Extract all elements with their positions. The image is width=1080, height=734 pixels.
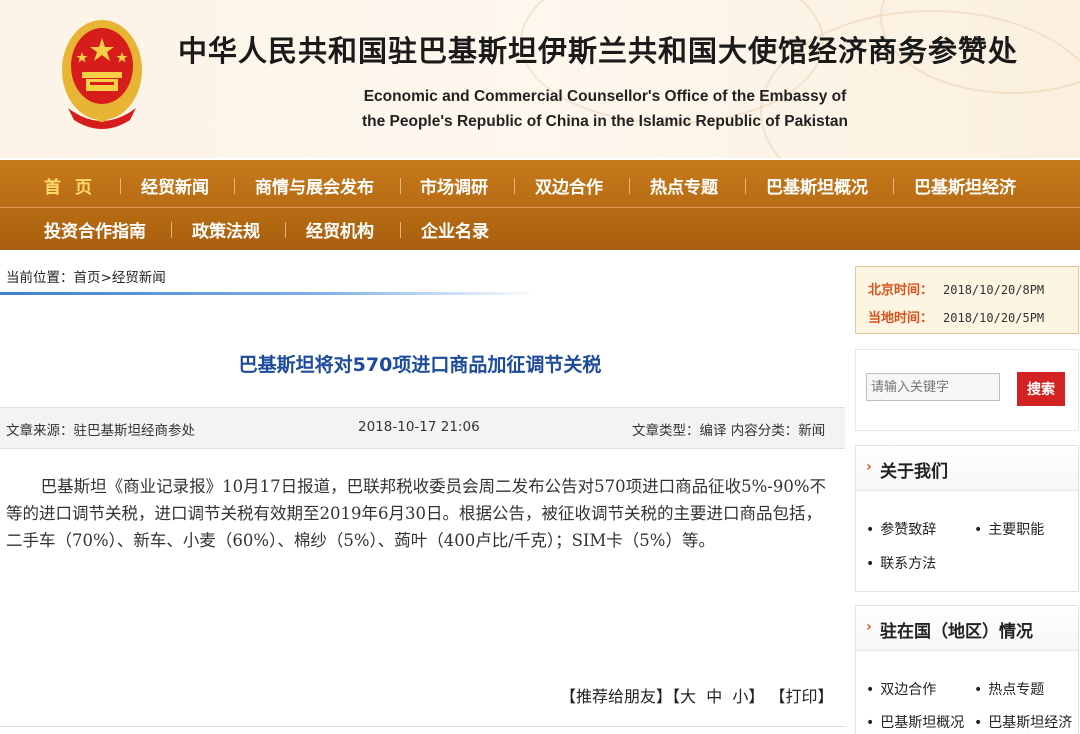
nav-divider: [514, 178, 515, 194]
breadcrumb: 当前位置：首页>经贸新闻: [6, 266, 166, 286]
site-title-english-line2: the People's Republic of China in the Is…: [361, 113, 848, 130]
nav-divider: [400, 178, 401, 194]
nav-divider: [629, 178, 630, 194]
nav-divider: [745, 178, 746, 194]
bullet-icon: •: [974, 715, 983, 731]
nav-divider: [285, 222, 286, 238]
country-info-header: › 驻在国（地区）情况: [856, 606, 1078, 651]
nav-item-pakistan-overview[interactable]: 巴基斯坦概况: [766, 173, 868, 198]
article-type: 文章类型：编译 内容分类：新闻: [632, 423, 826, 439]
nav-item-trade-institutions[interactable]: 经贸机构: [306, 217, 374, 242]
chevron-right-icon: ›: [866, 459, 872, 475]
article-body: 巴基斯坦《商业记录报》10月17日报道，巴联邦税收委员会周二发布公告对570项进…: [6, 477, 827, 550]
nav-item-business-fairs[interactable]: 商情与展会发布: [255, 173, 374, 198]
beijing-time: 北京时间： 2018/10/20/8PM: [868, 279, 1044, 298]
about-us-header: › 关于我们: [856, 446, 1078, 491]
main-navigation: 首页 经贸新闻 商情与展会发布 市场调研 双边合作 热点专题 巴基斯坦概况 巴基…: [0, 160, 1080, 250]
bullet-icon: •: [866, 522, 875, 538]
nav-item-enterprise-directory[interactable]: 企业名录: [421, 217, 489, 242]
country-link-label: 巴基斯坦概况: [880, 715, 965, 731]
site-title-english: Economic and Commercial Counsellor's Off…: [355, 84, 855, 134]
nav-item-market-research[interactable]: 市场调研: [420, 173, 488, 198]
country-link-label: 巴基斯坦经济: [988, 715, 1073, 731]
nav-item-investment-guide[interactable]: 投资合作指南: [44, 217, 146, 242]
nav-item-trade-news[interactable]: 经贸新闻: [141, 173, 209, 198]
about-link-contact[interactable]: • 联系方法: [866, 553, 936, 573]
breadcrumb-underline: [0, 292, 540, 295]
bullet-icon: •: [974, 682, 983, 698]
recommend-to-friend-link[interactable]: 【推荐给朋友】: [560, 687, 672, 706]
font-size-open-bracket: 【: [672, 687, 681, 706]
breadcrumb-prefix: 当前位置：: [6, 270, 74, 286]
nav-row-1: 首页 经贸新闻 商情与展会发布 市场调研 双边合作 热点专题 巴基斯坦概况 巴基…: [0, 164, 1080, 206]
country-info-title: 驻在国（地区）情况: [880, 622, 1033, 642]
print-link[interactable]: 【打印】: [770, 687, 834, 706]
font-size-medium-link[interactable]: 中: [706, 687, 722, 706]
country-link-label: 双边合作: [880, 682, 937, 698]
site-title-english-line1: Economic and Commercial Counsellor's Off…: [363, 88, 847, 105]
country-link-label: 热点专题: [988, 682, 1045, 698]
bullet-icon: •: [866, 682, 875, 698]
nav-item-pakistan-economy[interactable]: 巴基斯坦经济: [914, 173, 1016, 198]
search-input[interactable]: [866, 373, 1000, 401]
chevron-right-icon: ›: [866, 619, 872, 635]
nav-row-2: 投资合作指南 政策法规 经贸机构 企业名录: [0, 207, 1080, 250]
font-size-small-link[interactable]: 小: [732, 687, 748, 706]
article-title: 巴基斯坦将对570项进口商品加征调节关税: [238, 354, 602, 376]
country-link-pakistan-overview[interactable]: • 巴基斯坦概况: [866, 712, 964, 732]
article-date: 2018-10-17 21:06: [358, 419, 480, 435]
article-tools: 【推荐给朋友】【大 中 小】 【打印】: [560, 683, 834, 707]
local-time-label: 当地时间：: [868, 311, 934, 326]
nav-item-home[interactable]: 首页: [44, 173, 106, 198]
article-bottom-divider: [0, 726, 845, 727]
about-us-panel: › 关于我们 • 参赞致辞 • 主要职能 • 联系方法: [855, 445, 1079, 592]
country-link-pakistan-economy[interactable]: • 巴基斯坦经济: [974, 712, 1072, 732]
about-link-main-functions[interactable]: • 主要职能: [974, 519, 1044, 539]
nav-divider: [171, 222, 172, 238]
breadcrumb-separator: >: [100, 270, 112, 286]
breadcrumb-home-link[interactable]: 首页: [74, 270, 101, 286]
breadcrumb-current-link[interactable]: 经贸新闻: [112, 270, 166, 286]
site-title-chinese: 中华人民共和国驻巴基斯坦伊斯兰共和国大使馆经济商务参赞处: [178, 34, 1019, 68]
about-link-label: 主要职能: [988, 522, 1045, 538]
bullet-icon: •: [866, 556, 875, 572]
country-link-hot-topics[interactable]: • 热点专题: [974, 679, 1044, 699]
about-us-title: 关于我们: [880, 462, 948, 482]
article-source: 文章来源：驻巴基斯坦经商参处: [6, 423, 195, 439]
nav-item-hot-topics[interactable]: 热点专题: [650, 173, 718, 198]
national-emblem-icon: [62, 20, 142, 129]
country-link-bilateral-cooperation[interactable]: • 双边合作: [866, 679, 936, 699]
search-button[interactable]: 搜索: [1017, 372, 1065, 406]
font-size-large-link[interactable]: 大: [680, 687, 696, 706]
nav-divider: [120, 178, 121, 194]
local-time-value: 2018/10/20/5PM: [943, 311, 1045, 325]
about-link-label: 联系方法: [880, 556, 937, 572]
about-link-counsellor-speech[interactable]: • 参赞致辞: [866, 519, 936, 539]
country-info-panel: › 驻在国（地区）情况 • 双边合作 • 热点专题 • 巴基斯坦概况 • 巴基斯坦经济: [855, 605, 1079, 734]
nav-item-policies-regulations[interactable]: 政策法规: [192, 217, 260, 242]
font-size-close-bracket: 】: [748, 687, 765, 706]
time-box: 北京时间： 2018/10/20/8PM 当地时间： 2018/10/20/5PM: [855, 266, 1079, 334]
nav-divider: [893, 178, 894, 194]
local-time: 当地时间： 2018/10/20/5PM: [868, 307, 1044, 326]
nav-divider: [400, 222, 401, 238]
bullet-icon: •: [974, 522, 983, 538]
beijing-time-value: 2018/10/20/8PM: [943, 283, 1045, 297]
nav-divider: [234, 178, 235, 194]
site-header: 中华人民共和国驻巴基斯坦伊斯兰共和国大使馆经济商务参赞处 Economic an…: [0, 0, 1080, 158]
beijing-time-label: 北京时间：: [868, 283, 934, 298]
search-box: 搜索: [855, 349, 1079, 431]
article-meta-bar: 文章来源：驻巴基斯坦经商参处 2018-10-17 21:06 文章类型：编译 …: [0, 407, 845, 449]
about-link-label: 参赞致辞: [880, 522, 937, 538]
nav-item-bilateral-cooperation[interactable]: 双边合作: [535, 173, 603, 198]
bullet-icon: •: [866, 715, 875, 731]
